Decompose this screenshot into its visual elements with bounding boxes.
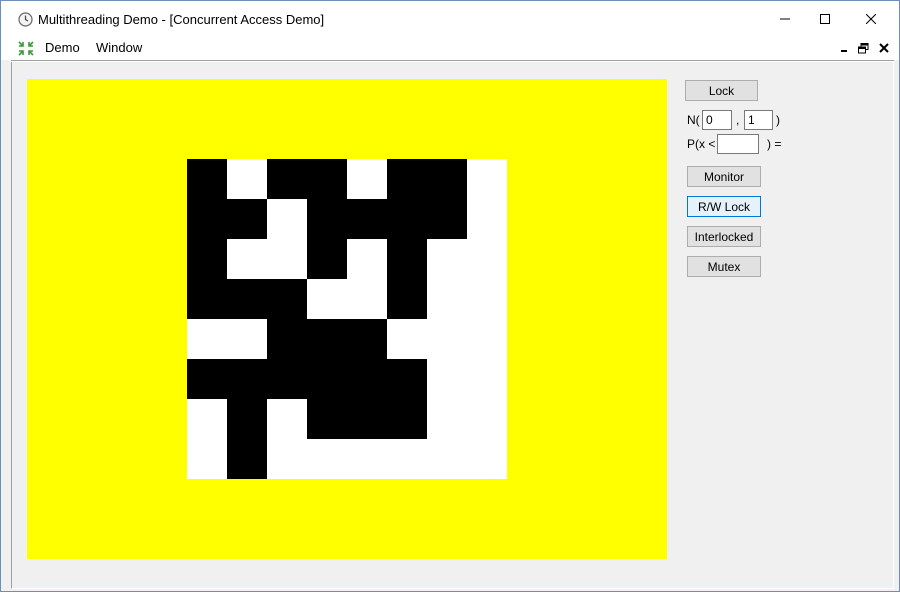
grid-cell [187,319,227,359]
grid-cell [307,239,347,279]
app-window: Multithreading Demo - [Concurrent Access… [0,0,900,592]
grid-cell [307,439,347,479]
grid-cell [267,359,307,399]
grid-cell [427,359,467,399]
grid-cell [307,159,347,199]
grid-cell [387,439,427,479]
grid-cell [187,279,227,319]
grid-cell [387,159,427,199]
grid-cell [427,319,467,359]
mdi-restore-button[interactable] [856,41,870,55]
grid-cell [347,279,387,319]
grid-cell [267,239,307,279]
grid-cell [387,359,427,399]
grid-cell [227,319,267,359]
grid-cell [427,199,467,239]
grid-cell [347,159,387,199]
grid-cell [427,159,467,199]
p-threshold-input[interactable] [717,134,759,154]
n-separator-label: , [736,113,740,127]
mdi-minimize-icon [841,50,847,52]
grid-cell [467,199,507,239]
mdi-restore-icon [857,42,868,53]
menu-window[interactable]: Window [96,40,142,55]
n-suffix-label: ) [776,113,780,127]
close-button[interactable] [848,1,894,37]
grid-cell [467,359,507,399]
grid-cell [187,199,227,239]
n-prefix-label: N( [687,113,700,127]
p-prefix-label: P(x < [687,137,716,151]
grid-cell [187,399,227,439]
grid-cell [307,399,347,439]
pixel-grid-canvas [27,79,667,559]
grid-cell [467,439,507,479]
grid-cell [427,399,467,439]
grid-cell [227,439,267,479]
app-clock-icon [18,12,33,27]
grid-cell [427,279,467,319]
window-title: Multithreading Demo - [Concurrent Access… [38,12,325,27]
grid-cell [347,199,387,239]
minimize-icon [780,18,790,20]
grid-cell [307,279,347,319]
close-icon [866,14,876,24]
grid-cell [227,239,267,279]
grid-cell [347,239,387,279]
mdi-child-icon[interactable] [17,40,35,57]
monitor-button[interactable]: Monitor [687,166,761,187]
grid-cell [347,399,387,439]
pixel-grid-svg [27,79,667,559]
grid-cell [467,399,507,439]
mdi-close-button[interactable] [877,41,891,55]
grid-cell [307,359,347,399]
grid-cell [467,319,507,359]
grid-cell [347,359,387,399]
grid-cell [427,239,467,279]
grid-cell [387,199,427,239]
mdi-minimize-button[interactable] [837,41,851,55]
grid-cell [187,159,227,199]
grid-cell [467,279,507,319]
n-second-input[interactable] [744,110,773,130]
maximize-icon [820,14,830,24]
grid-cell [227,159,267,199]
grid-cell [187,439,227,479]
grid-cell [347,319,387,359]
grid-cell [227,359,267,399]
grid-cell [267,159,307,199]
grid-cell [387,239,427,279]
grid-cell [387,399,427,439]
grid-cell [347,439,387,479]
menu-demo[interactable]: Demo [45,40,80,55]
grid-cell [187,359,227,399]
grid-cell [427,439,467,479]
grid-cell [267,319,307,359]
menu-bar: Demo Window [1,37,899,60]
p-suffix-label: ) = [767,137,782,151]
grid-cell [307,319,347,359]
lock-button[interactable]: Lock [685,80,758,101]
grid-cell [267,199,307,239]
grid-cell [387,319,427,359]
rw-lock-button[interactable]: R/W Lock [687,196,761,217]
grid-cell [267,439,307,479]
grid-cell [467,159,507,199]
grid-cell [307,199,347,239]
grid-cell [267,399,307,439]
interlocked-button[interactable]: Interlocked [687,226,761,247]
grid-cell [387,279,427,319]
grid-cell [467,239,507,279]
maximize-button[interactable] [802,1,848,37]
mdi-close-icon [879,43,889,53]
grid-cell [227,199,267,239]
grid-cell [187,239,227,279]
grid-cell [227,399,267,439]
n-first-input[interactable] [702,110,732,130]
title-bar[interactable]: Multithreading Demo - [Concurrent Access… [1,1,899,37]
grid-cell [267,279,307,319]
grid-cell [227,279,267,319]
mutex-button[interactable]: Mutex [687,256,761,277]
